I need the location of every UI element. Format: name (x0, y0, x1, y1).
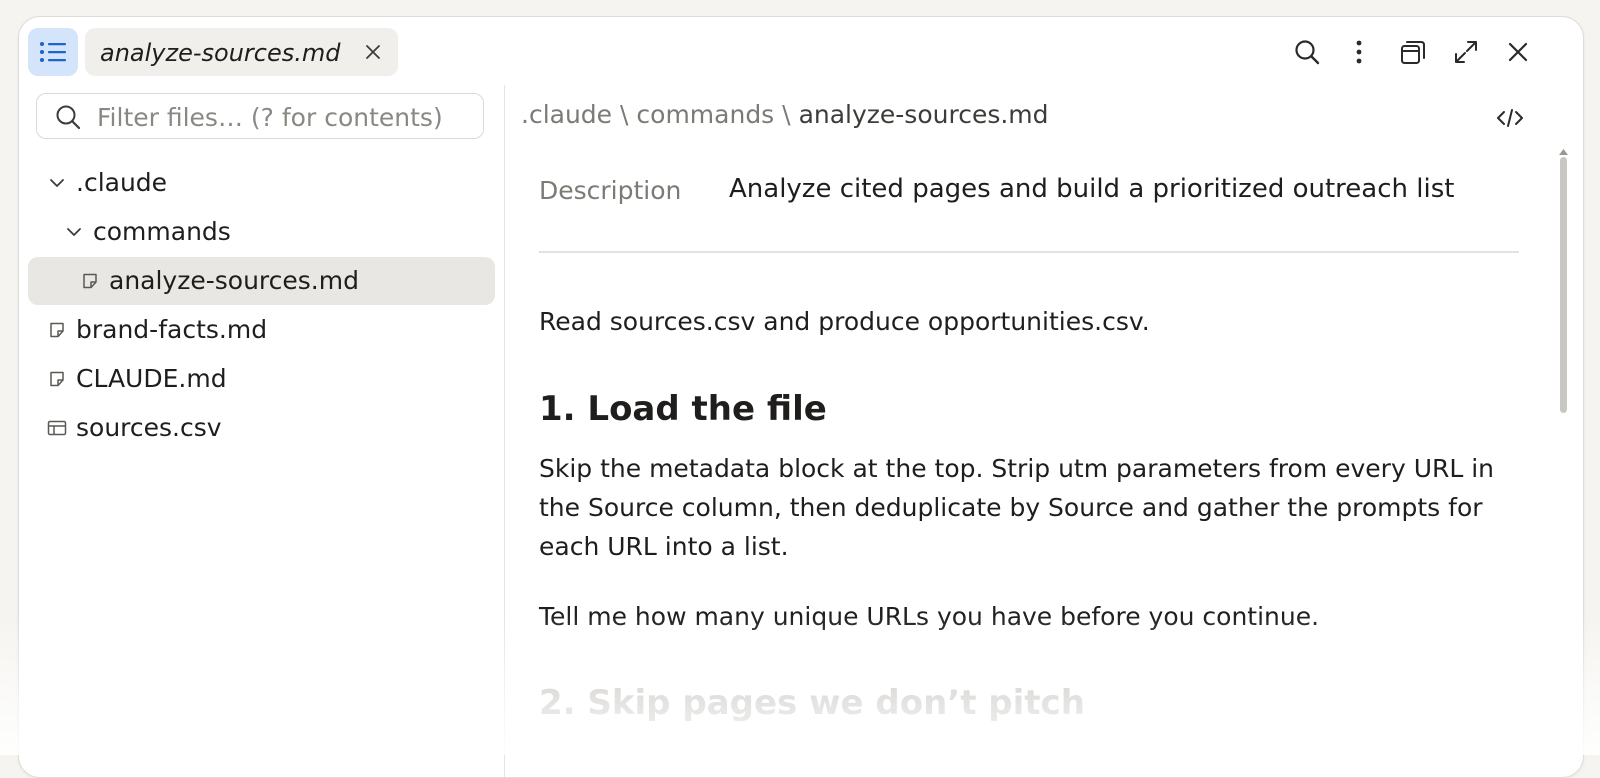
breadcrumb-separator: \ (782, 100, 791, 129)
tree-item-brand-facts[interactable]: brand-facts.md (28, 306, 495, 354)
tab-title: analyze-sources.md (100, 39, 341, 67)
search-icon[interactable] (1293, 38, 1321, 66)
filter-files-field[interactable] (36, 93, 484, 139)
code-icon[interactable] (1495, 105, 1525, 131)
scrollbar-thumb[interactable] (1560, 157, 1567, 413)
description-label: Description (539, 176, 682, 205)
breadcrumb: .claude \ commands \ analyze-sources.md (521, 100, 1049, 129)
chevron-down-icon[interactable] (48, 174, 66, 192)
tree-item-commands-folder[interactable]: commands (28, 208, 495, 256)
section-heading-1: 1. Load the file (539, 389, 827, 429)
intro-paragraph: Read sources.csv and produce opportuniti… (539, 307, 1150, 336)
search-icon (55, 104, 81, 130)
section-heading-2: 2. Skip pages we don’t pitch (539, 683, 1085, 723)
expand-icon[interactable] (1452, 38, 1480, 66)
document-pane: .claude \ commands \ analyze-sources.md … (505, 85, 1583, 777)
tree-item-claude-folder[interactable]: .claude (28, 159, 495, 207)
tree-item-label: CLAUDE.md (76, 364, 227, 393)
tree-item-sources-csv[interactable]: sources.csv (28, 404, 495, 452)
more-vertical-icon[interactable] (1345, 38, 1373, 66)
window-stack-icon[interactable] (1399, 38, 1427, 66)
tree-item-label: brand-facts.md (76, 315, 268, 344)
tab-analyze-sources[interactable]: analyze-sources.md (85, 28, 398, 76)
file-viewer-window: analyze-sources.md Filter files… (? for … (18, 16, 1584, 778)
close-icon[interactable] (1504, 38, 1532, 66)
table-icon (47, 419, 67, 437)
breadcrumb-claude[interactable]: .claude (521, 100, 612, 129)
tree-item-label: analyze-sources.md (109, 266, 359, 295)
tree-item-analyze-sources[interactable]: analyze-sources.md (28, 257, 495, 305)
tree-item-claude-md[interactable]: CLAUDE.md (28, 355, 495, 403)
list-icon (39, 40, 67, 64)
chevron-down-icon[interactable] (65, 223, 83, 241)
sidebar-toggle-button[interactable] (28, 28, 78, 76)
file-tree-sidebar: .claude commands analyze-sources.md (19, 85, 505, 777)
section-1-paragraph: Skip the metadata block at the top. Stri… (539, 454, 1495, 561)
tab-close-icon[interactable] (363, 42, 383, 62)
breadcrumb-separator: \ (620, 100, 629, 129)
tree-item-label: commands (93, 217, 231, 246)
document-icon (48, 370, 66, 388)
description-value: Analyze cited pages and build a prioriti… (729, 174, 1455, 204)
divider (539, 251, 1519, 253)
breadcrumb-commands[interactable]: commands (636, 100, 774, 129)
tree-item-label: sources.csv (76, 413, 222, 442)
section-1-note: Tell me how many unique URLs you have be… (539, 602, 1320, 631)
tree-item-label: .claude (76, 168, 168, 197)
scroll-up-icon[interactable] (1559, 149, 1568, 155)
filter-files-input[interactable] (95, 100, 479, 134)
document-icon (81, 272, 99, 290)
breadcrumb-current-file: analyze-sources.md (798, 100, 1049, 129)
document-icon (48, 321, 66, 339)
